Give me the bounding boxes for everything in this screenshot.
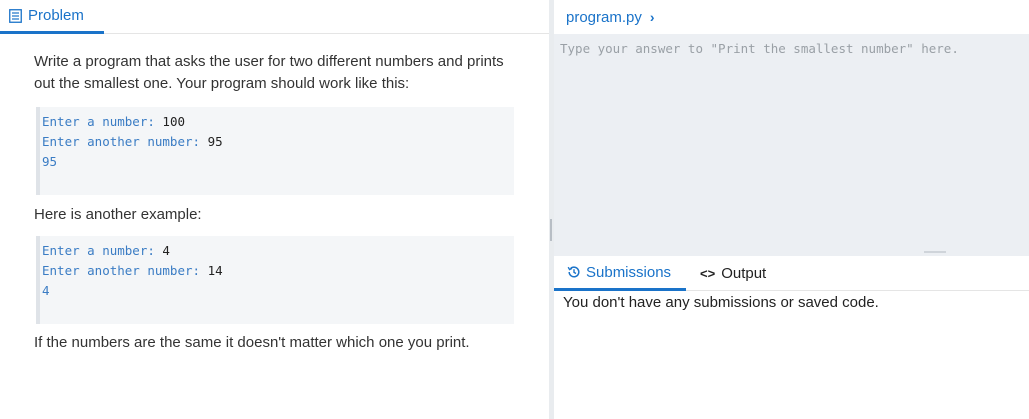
empty-submissions-message: You don't have any submissions or saved … [563, 294, 879, 311]
tab-submissions-label: Submissions [586, 263, 672, 281]
problem-note: If the numbers are the same it doesn't m… [34, 334, 470, 351]
tab-output-label: Output [721, 265, 767, 282]
code-line: Enter another number: 14 [42, 263, 223, 278]
editor-resize-handle[interactable] [924, 251, 946, 253]
code-output-line: 95 [42, 154, 58, 169]
file-name[interactable]: program.py [566, 9, 642, 26]
problem-description: Write a program that asks the user for t… [34, 53, 504, 92]
code-icon: <> [700, 266, 716, 281]
code-editor[interactable]: Type your answer to "Print the smallest … [554, 34, 1029, 256]
code-line: Enter a number: 4 [42, 243, 170, 258]
code-output-line: 4 [42, 283, 50, 298]
splitter-grip[interactable] [550, 219, 552, 241]
editor-pane: program.py › Type your answer to "Print … [554, 0, 1029, 419]
tab-problem[interactable]: Problem [0, 0, 104, 34]
tab-submissions[interactable]: Submissions [554, 256, 686, 291]
history-icon [567, 266, 580, 278]
tab-divider [104, 33, 549, 34]
code-line: Enter a number: 100 [42, 114, 185, 129]
file-header[interactable]: program.py › [554, 0, 1029, 34]
example-intro: Here is another example: [34, 206, 202, 223]
example-code-block-2: Enter a number: 4 Enter another number: … [36, 236, 514, 324]
tab-problem-label: Problem [28, 7, 84, 24]
document-icon [9, 8, 22, 23]
result-tabs: Submissions <> Output [554, 256, 1029, 291]
chevron-right-icon[interactable]: › [650, 9, 655, 25]
problem-pane: Problem Write a program that asks the us… [0, 0, 549, 419]
code-line: Enter another number: 95 [42, 134, 223, 149]
editor-placeholder: Type your answer to "Print the smallest … [560, 41, 959, 56]
tab-output[interactable]: <> Output [700, 256, 766, 291]
example-code-block-1: Enter a number: 100 Enter another number… [36, 107, 514, 195]
